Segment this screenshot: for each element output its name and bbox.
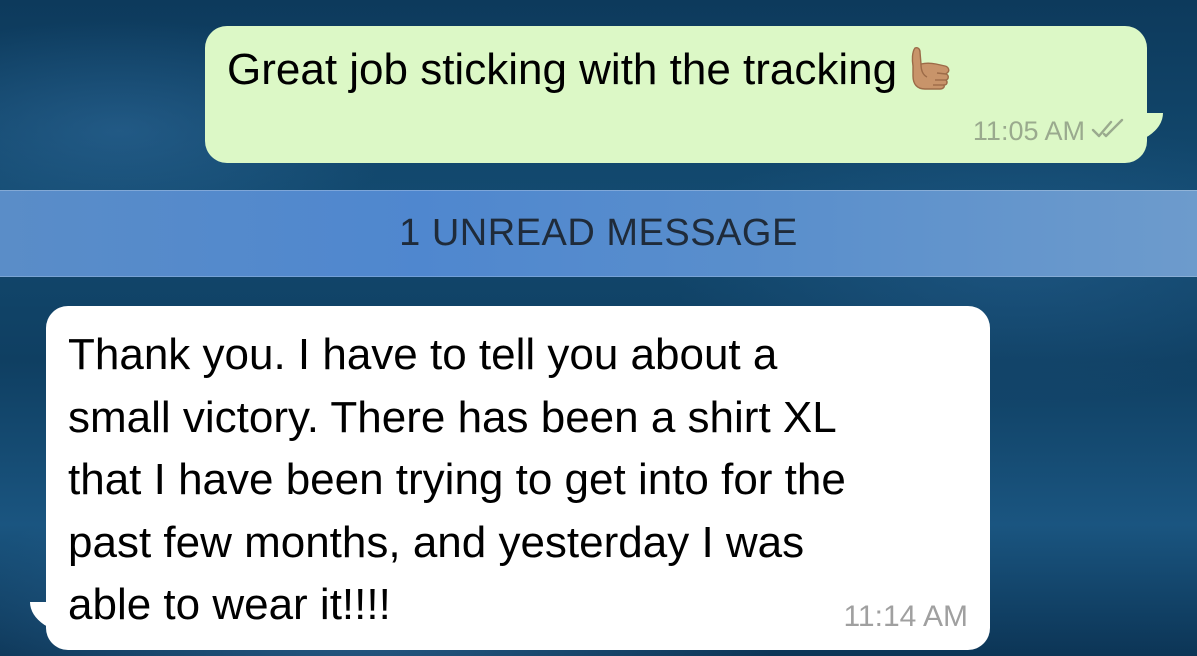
unread-messages-divider: 1 UNREAD MESSAGE	[0, 190, 1197, 277]
chat-view[interactable]: Great job sticking with the tracking 11:…	[0, 0, 1197, 656]
unread-label: 1 UNREAD MESSAGE	[399, 212, 798, 254]
call-me-hand-icon	[905, 44, 953, 103]
message-text-wrapper: Great job sticking with the tracking	[227, 44, 953, 103]
message-text: Thank you. I have to tell you about a sm…	[68, 330, 846, 629]
message-time: 11:05 AM	[972, 116, 1085, 146]
bubble-tail	[18, 602, 58, 636]
message-text: Great job sticking with the tracking	[227, 45, 898, 94]
message-meta: 11:05 AM	[973, 116, 1125, 147]
message-time: 11:14 AM	[843, 600, 968, 633]
outgoing-message-bubble[interactable]: Great job sticking with the tracking 11:…	[205, 26, 1163, 163]
incoming-message-bubble[interactable]: Thank you. I have to tell you about a sm…	[30, 306, 990, 650]
bubble-tail	[1135, 113, 1175, 147]
double-check-icon	[1091, 116, 1125, 147]
